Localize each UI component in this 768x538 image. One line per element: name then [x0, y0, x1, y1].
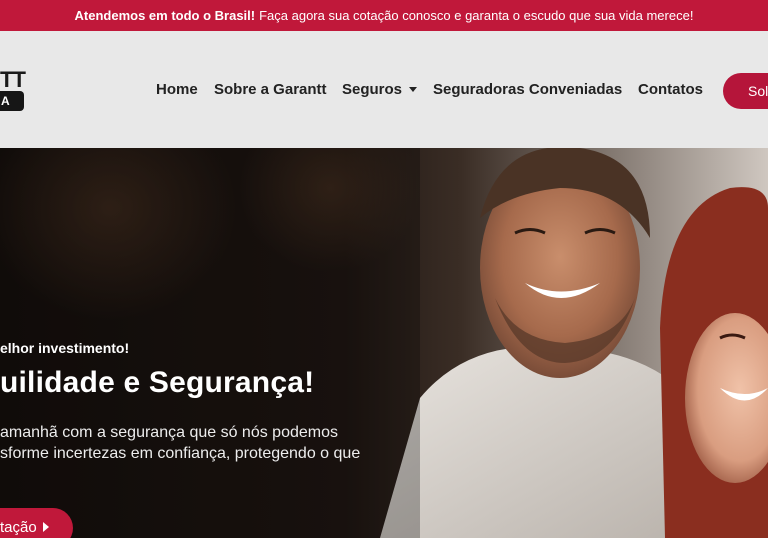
site-header: TT A Home Sobre a Garantt Seguros Segura…	[0, 31, 768, 148]
hero-quote-label: tação	[0, 519, 37, 536]
hero-headline: uilidade e Segurança!	[0, 366, 315, 399]
nav-insurers[interactable]: Seguradoras Conveniadas	[433, 81, 622, 99]
logo-badge: A	[0, 91, 24, 111]
nav-about[interactable]: Sobre a Garantt	[214, 81, 327, 99]
chevron-down-icon	[409, 86, 418, 92]
nav-insurance[interactable]: Seguros	[342, 81, 418, 99]
nav-home[interactable]: Home	[156, 81, 198, 99]
hero-description: amanhã com a segurança que só nós podemo…	[0, 422, 380, 464]
quote-request-button[interactable]: Soli	[723, 73, 768, 109]
hero-kicker: elhor investimento!	[0, 340, 130, 356]
hero-quote-button[interactable]: tação	[0, 508, 73, 538]
announcement-bar: Atendemos em todo o Brasil! Faça agora s…	[0, 0, 768, 31]
play-icon	[42, 522, 49, 533]
logo[interactable]: TT A	[0, 67, 26, 113]
hero-description-line-2: sforme incertezas em confiança, protegen…	[0, 445, 361, 462]
announcement-text: Faça agora sua cotação conosco e garanta…	[259, 8, 694, 23]
hero-description-line-1: amanhã com a segurança que só nós podemo…	[0, 424, 338, 441]
nav-insurance-label: Seguros	[342, 81, 403, 98]
hero-banner: elhor investimento! uilidade e Segurança…	[0, 148, 768, 538]
logo-wordmark: TT	[0, 67, 26, 92]
nav-contacts[interactable]: Contatos	[638, 81, 703, 99]
announcement-bold: Atendemos em todo o Brasil!	[74, 8, 256, 23]
